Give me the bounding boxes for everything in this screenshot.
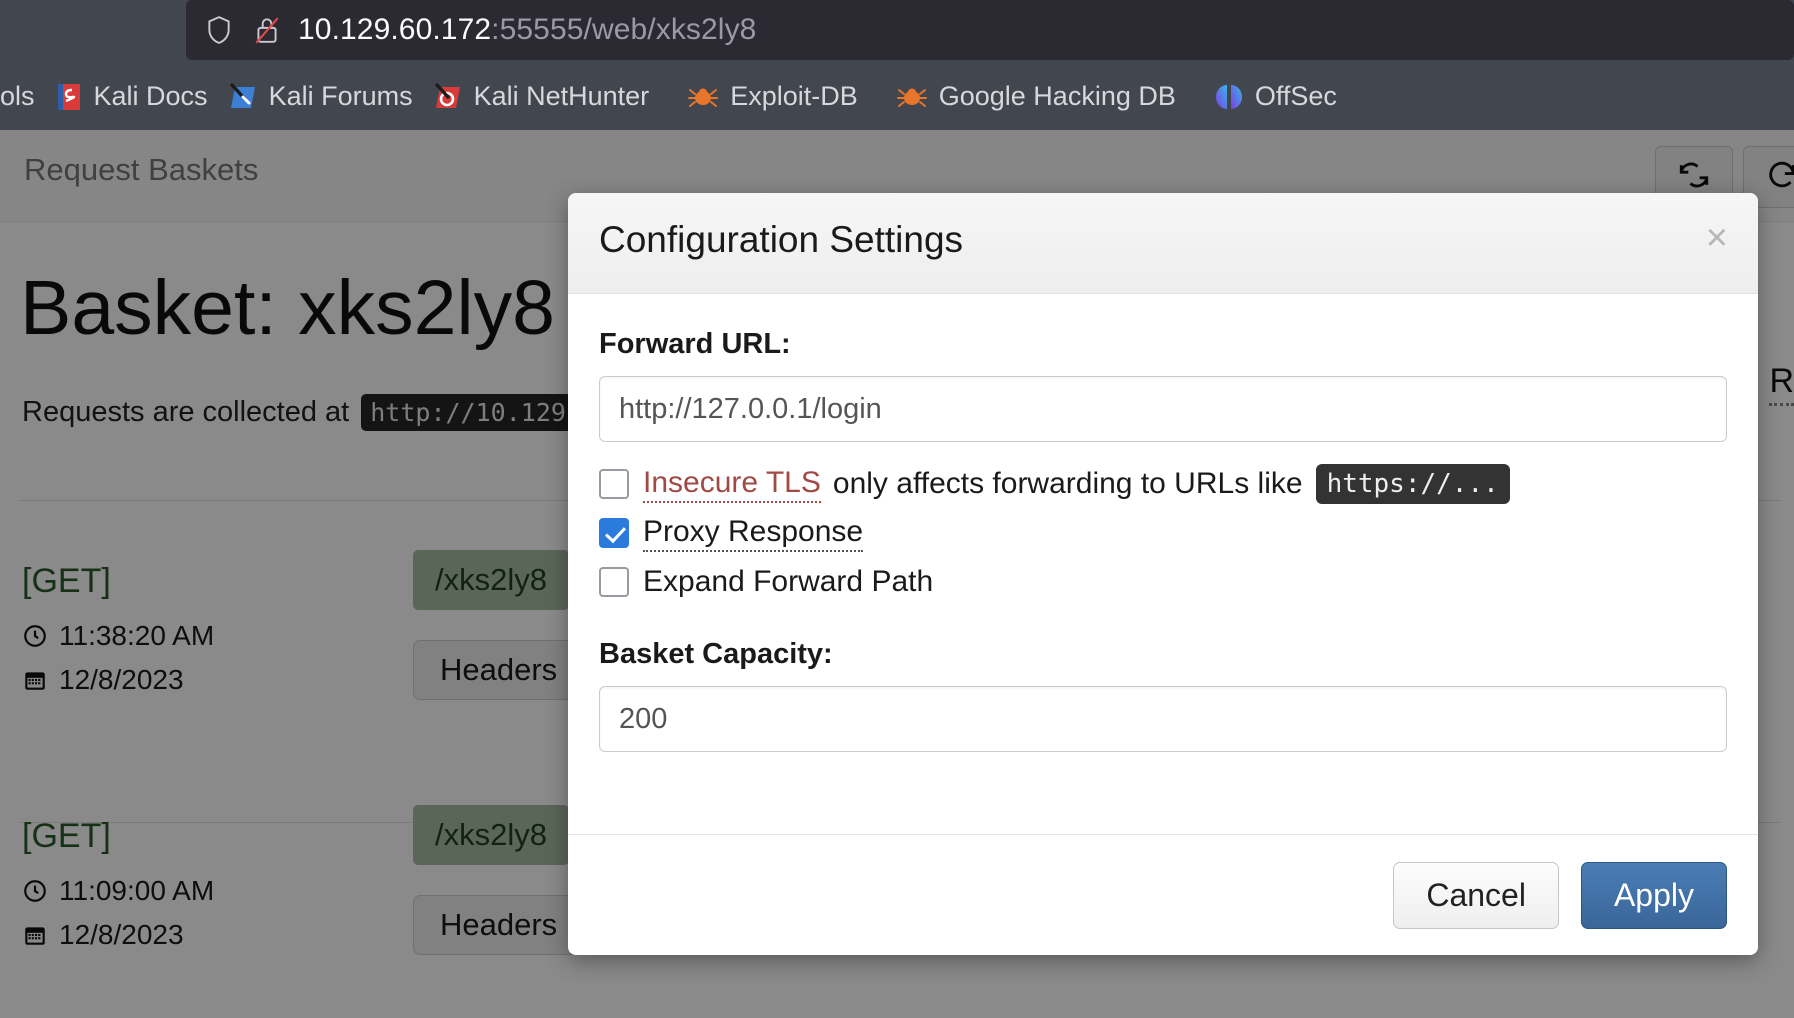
google-hacking-db-bug-icon — [896, 84, 927, 110]
expand-forward-path-row: Expand Forward Path — [599, 562, 1727, 602]
bookmark-label: Kali Forums — [268, 81, 413, 111]
kali-nethunter-icon — [434, 82, 462, 112]
apply-button[interactable]: Apply — [1580, 861, 1727, 929]
bookmark-label: Kali Docs — [93, 81, 208, 111]
proxy-response-row: Proxy Response — [599, 513, 1727, 553]
modal-header: Configuration Settings × — [568, 193, 1758, 294]
bookmark-label: Google Hacking DB — [938, 81, 1176, 111]
close-icon[interactable]: × — [1706, 219, 1728, 257]
basket-capacity-label: Basket Capacity: — [599, 638, 833, 670]
url-text: 10.129.60.172:55555/web/xks2ly8 — [298, 13, 756, 47]
insecure-tls-row: Insecure TLS only affects forwarding to … — [599, 464, 1727, 504]
shield-icon[interactable] — [206, 15, 232, 45]
expand-forward-path-checkbox[interactable] — [599, 567, 629, 597]
bookmark-truncated[interactable]: ols — [0, 73, 44, 121]
lock-broken-icon[interactable] — [254, 15, 280, 45]
modal-title: Configuration Settings — [599, 219, 964, 260]
basket-capacity-input[interactable] — [599, 686, 1727, 752]
kali-docs-icon — [56, 82, 82, 112]
urlbar-row: 10.129.60.172:55555/web/xks2ly8 — [0, 0, 1794, 63]
bookmark-label: Kali NetHunter — [473, 81, 650, 111]
expand-forward-path-text: Expand Forward Path — [643, 565, 933, 599]
cancel-button[interactable]: Cancel — [1393, 861, 1559, 929]
bookmark-exploit-db[interactable]: Exploit-DB — [679, 73, 867, 121]
forward-url-input[interactable] — [599, 376, 1727, 442]
modal-footer: Cancel Apply — [568, 834, 1758, 955]
browser-chrome: 10.129.60.172:55555/web/xks2ly8 ols Kali… — [0, 0, 1794, 130]
modal-body: Forward URL: Insecure TLS only affects f… — [568, 294, 1758, 834]
offsec-icon — [1215, 82, 1243, 112]
insecure-tls-text: Insecure TLS only affects forwarding to … — [643, 464, 1510, 504]
proxy-response-text: Proxy Response — [643, 515, 864, 552]
bookmark-kali-docs[interactable]: Kali Docs — [47, 73, 217, 121]
bookmark-label: Exploit-DB — [730, 81, 858, 111]
kali-forums-icon — [229, 82, 257, 112]
bookmark-google-hacking-db[interactable]: Google Hacking DB — [888, 73, 1185, 121]
forward-url-label: Forward URL: — [599, 328, 791, 360]
proxy-response-label[interactable]: Proxy Response — [643, 515, 864, 552]
insecure-tls-description: only affects forwarding to URLs like — [832, 467, 1303, 500]
proxy-response-checkbox[interactable] — [599, 518, 629, 548]
https-example-code: https://... — [1315, 464, 1510, 504]
url-path: :55555/web/xks2ly8 — [491, 13, 757, 46]
bookmark-kali-nethunter[interactable]: Kali NetHunter — [425, 73, 659, 121]
bookmarks-bar: ols Kali Docs Kali Forums Kali NetHunter… — [0, 63, 1794, 130]
bookmark-offsec[interactable]: OffSec — [1206, 73, 1346, 121]
insecure-tls-checkbox[interactable] — [599, 469, 629, 499]
url-host: 10.129.60.172 — [298, 13, 492, 46]
insecure-tls-link[interactable]: Insecure TLS — [643, 466, 821, 503]
address-bar[interactable]: 10.129.60.172:55555/web/xks2ly8 — [186, 0, 1794, 60]
expand-forward-path-label: Expand Forward Path — [643, 565, 934, 598]
exploit-db-bug-icon — [688, 84, 719, 110]
bookmark-label: ols — [0, 81, 35, 111]
configuration-settings-dialog: Configuration Settings × Forward URL: In… — [568, 193, 1758, 955]
bookmark-kali-forums[interactable]: Kali Forums — [220, 73, 422, 121]
bookmark-label: OffSec — [1254, 81, 1337, 111]
